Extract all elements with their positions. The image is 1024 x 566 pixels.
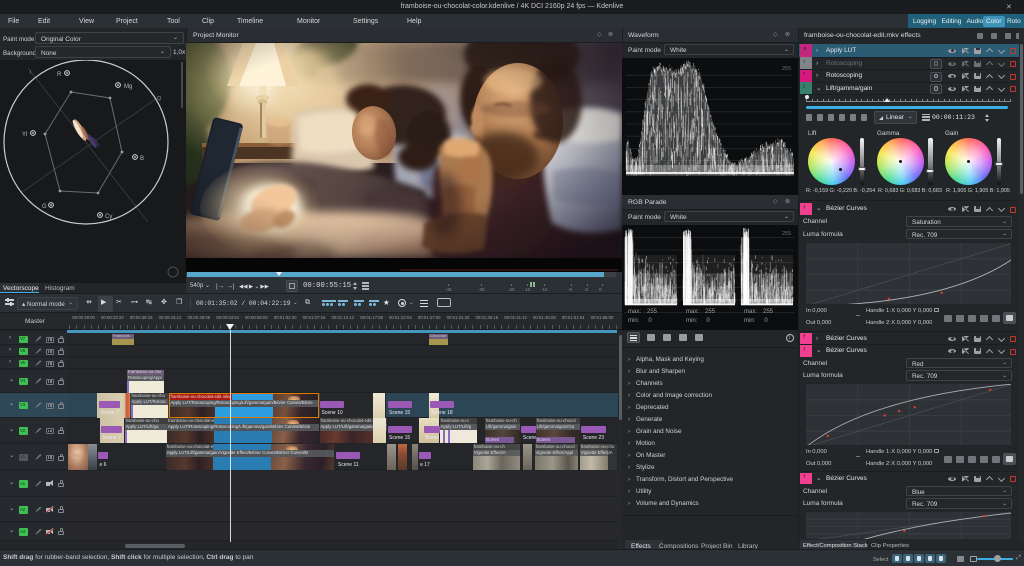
svg-text:Cy: Cy (105, 214, 112, 220)
svg-text:G: G (42, 204, 47, 210)
svg-text:255: 255 (782, 66, 791, 72)
svg-text:R: R (57, 72, 62, 78)
svg-text:255: 255 (782, 231, 791, 237)
svg-text:B: B (140, 156, 144, 162)
svg-text:Yl: Yl (22, 132, 27, 138)
svg-text:Mg: Mg (124, 84, 132, 90)
svg-text:Q: Q (157, 96, 162, 102)
